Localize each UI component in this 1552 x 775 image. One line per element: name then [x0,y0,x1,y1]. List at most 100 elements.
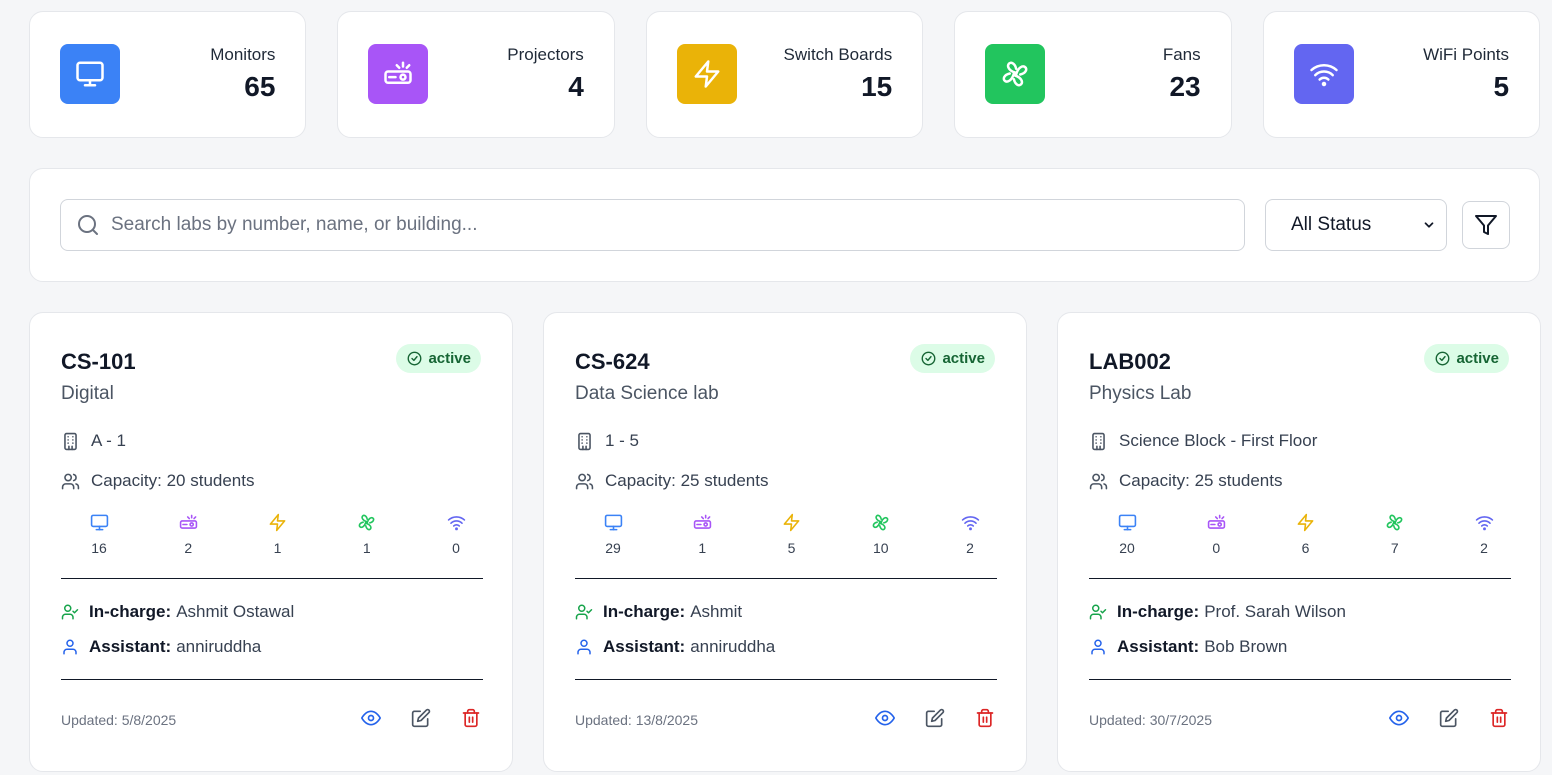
lightning-icon [782,513,801,532]
lab-card: CS-101 Digital active A - 1 Capacity: 20… [29,312,513,772]
assistant-row: Assistant: Bob Brown [1089,637,1287,657]
stat-label: Switch Boards [783,45,893,64]
equipment-count: 6 [1294,513,1318,556]
equipment-count: 1 [690,513,714,556]
lightning-icon [268,513,287,532]
fan-icon [985,44,1046,104]
status-badge-label: active [942,350,985,367]
status-badge: active [396,344,481,373]
assistant-row: Assistant: anniruddha [575,637,775,657]
search-icon [78,215,98,235]
equipment-count-value: 7 [1390,540,1399,556]
stat-card-projectors: Projectors 4 [337,11,615,138]
divider [61,578,483,579]
assistant-row: Assistant: anniruddha [61,637,261,657]
users-icon [575,472,605,491]
fan-icon [357,513,376,532]
user-check-icon [1089,603,1117,621]
lab-number: CS-624 [575,349,650,374]
status-badge-label: active [428,350,471,367]
lab-card: LAB002 Physics Lab active Science Block … [1057,312,1541,772]
eye-icon [361,708,381,728]
building-row: 1 - 5 [575,431,639,451]
stat-value: 15 [861,71,893,102]
capacity-row: Capacity: 25 students [575,471,768,491]
view-button[interactable] [875,708,895,728]
wifi-icon [1475,513,1494,532]
updated-date: Updated: 30/7/2025 [1089,712,1212,728]
trash-icon [461,708,481,728]
trash-icon [975,708,995,728]
equipment-count-value: 10 [872,540,889,556]
stat-label: Projectors [507,45,584,64]
view-button[interactable] [1389,708,1409,728]
search-box[interactable] [60,199,1245,251]
divider [61,679,483,680]
equipment-count: 0 [1204,513,1228,556]
equipment-summary: 29 1 5 10 2 [575,513,997,556]
lab-number: CS-101 [61,349,136,374]
building-text: A - 1 [91,431,126,450]
users-icon [1089,472,1119,491]
building-text: Science Block - First Floor [1119,431,1318,450]
equipment-count: 0 [444,513,468,556]
card-actions [361,708,481,728]
edit-button[interactable] [411,708,431,728]
delete-button[interactable] [461,708,481,728]
equipment-count: 10 [869,513,893,556]
users-icon [61,472,91,491]
divider [1089,578,1511,579]
lab-card: CS-624 Data Science lab active 1 - 5 Cap… [543,312,1027,772]
equipment-count: 5 [780,513,804,556]
status-filter-value: All Status [1291,214,1372,235]
equipment-count: 2 [176,513,200,556]
check-circle-icon [921,351,942,366]
edit-button[interactable] [925,708,945,728]
view-button[interactable] [361,708,381,728]
delete-button[interactable] [975,708,995,728]
card-actions [1389,708,1509,728]
equipment-count: 1 [355,513,379,556]
building-icon [575,432,605,451]
edit-icon [925,708,945,728]
chevron-down-icon [1424,222,1434,228]
projector-icon [1207,513,1226,532]
capacity-text: Capacity: 25 students [1119,471,1283,490]
equipment-count: 29 [601,513,625,556]
capacity-text: Capacity: 25 students [605,471,769,490]
capacity-row: Capacity: 20 students [61,471,254,491]
filter-button[interactable] [1462,201,1510,249]
trash-icon [1489,708,1509,728]
incharge-label: In-charge: [1117,602,1200,621]
incharge-name: Ashmit Ostawal [176,602,295,621]
assistant-name: Bob Brown [1204,637,1288,656]
equipment-count-value: 20 [1119,540,1135,556]
card-actions [875,708,995,728]
equipment-count-value: 1 [362,540,371,556]
equipment-count: 20 [1115,513,1139,556]
capacity-row: Capacity: 25 students [1089,471,1282,491]
capacity-text: Capacity: 20 students [91,471,255,490]
user-icon [61,638,89,656]
projector-icon [693,513,712,532]
fan-icon [871,513,890,532]
search-panel: All Status [29,168,1540,282]
user-check-icon [575,603,603,621]
user-icon [1089,638,1117,656]
monitor-icon [90,513,109,532]
status-badge: active [910,344,995,373]
equipment-count: 2 [958,513,982,556]
status-filter-select[interactable]: All Status [1265,199,1447,251]
building-row: Science Block - First Floor [1089,431,1317,451]
delete-button[interactable] [1489,708,1509,728]
monitor-icon [604,513,623,532]
search-input[interactable] [111,214,1244,236]
edit-button[interactable] [1439,708,1459,728]
equipment-count-value: 29 [605,540,621,556]
user-check-icon [61,603,89,621]
status-badge: active [1424,344,1509,373]
lab-name: Physics Lab [1089,383,1192,404]
equipment-count-value: 2 [1480,540,1488,556]
equipment-count-value: 1 [698,540,707,556]
assistant-label: Assistant: [89,637,172,656]
